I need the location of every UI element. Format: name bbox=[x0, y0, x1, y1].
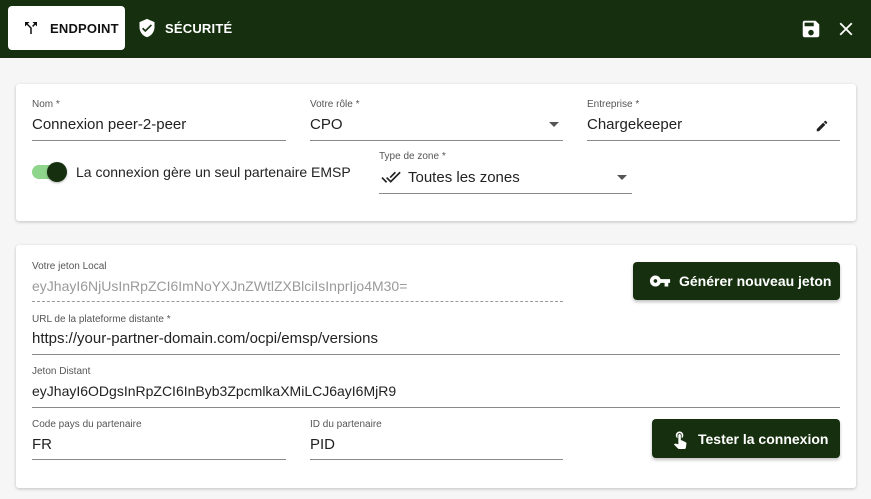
company-underline bbox=[587, 140, 840, 141]
tab-endpoint[interactable]: ENDPOINT bbox=[8, 6, 125, 50]
local-token-label: Votre jeton Local bbox=[32, 261, 107, 272]
company-value: Chargekeeper bbox=[587, 116, 683, 133]
partner-country-input[interactable]: FR bbox=[32, 436, 52, 453]
role-underline bbox=[310, 140, 563, 141]
partner-id-field[interactable]: ID du partenaire PID bbox=[310, 419, 563, 460]
key-icon bbox=[649, 270, 671, 292]
close-icon bbox=[835, 18, 857, 40]
shield-check-icon bbox=[137, 17, 157, 39]
single-partner-label: La connexion gère un seul partenaire EMS… bbox=[76, 164, 351, 180]
company-field: Entreprise * Chargekeeper bbox=[587, 99, 840, 141]
touch-hand-icon bbox=[670, 428, 690, 450]
tab-endpoint-label: ENDPOINT bbox=[50, 20, 119, 36]
remote-token-field[interactable]: Jeton Distant eyJhayI6ODgsInRpZCI6InByb3… bbox=[32, 366, 840, 408]
partner-id-underline bbox=[310, 459, 563, 460]
connection-card: Votre jeton Local eyJhayI6NjUsInRpZCI6Im… bbox=[16, 245, 856, 488]
local-token-underline bbox=[32, 301, 563, 302]
zone-type-value[interactable]: Toutes les zones bbox=[408, 169, 520, 186]
zone-type-underline bbox=[379, 193, 632, 194]
partner-id-label: ID du partenaire bbox=[310, 419, 382, 430]
remote-token-input[interactable]: eyJhayI6ODgsInRpZCI6InByb3ZpcmlkaXMiLCJ6… bbox=[32, 383, 396, 399]
pencil-edit-icon[interactable] bbox=[815, 119, 829, 133]
partner-country-underline bbox=[32, 459, 286, 460]
chevron-down-icon bbox=[549, 122, 559, 127]
name-underline bbox=[32, 140, 286, 141]
remote-url-input[interactable]: https://your-partner-domain.com/ocpi/ems… bbox=[32, 330, 378, 347]
name-input[interactable]: Connexion peer-2-peer bbox=[32, 116, 186, 133]
zone-type-label: Type de zone * bbox=[379, 151, 446, 162]
save-button[interactable] bbox=[799, 17, 823, 41]
chevron-down-icon bbox=[617, 175, 627, 180]
floppy-disk-icon bbox=[800, 18, 822, 40]
test-connection-button[interactable]: Tester la connexion bbox=[652, 419, 840, 458]
zone-type-select[interactable]: Type de zone * Toutes les zones bbox=[379, 151, 632, 194]
partner-country-label: Code pays du partenaire bbox=[32, 419, 142, 430]
tab-security[interactable]: SÉCURITÉ bbox=[137, 6, 232, 50]
generate-token-label: Générer nouveau jeton bbox=[679, 273, 832, 289]
name-label: Nom * bbox=[32, 99, 60, 110]
remote-url-field[interactable]: URL de la plateforme distante * https://… bbox=[32, 314, 840, 355]
tab-security-label: SÉCURITÉ bbox=[165, 20, 233, 36]
remote-url-label: URL de la plateforme distante * bbox=[32, 314, 171, 325]
general-card: Nom * Connexion peer-2-peer Votre rôle *… bbox=[16, 84, 856, 221]
remote-token-underline bbox=[32, 407, 840, 408]
fork-arrows-icon bbox=[22, 19, 40, 37]
toggle-thumb bbox=[47, 162, 67, 182]
remote-url-underline bbox=[32, 354, 840, 355]
local-token-value: eyJhayI6NjUsInRpZCI6ImNoYXJnZWtlZXBlciIs… bbox=[32, 278, 408, 294]
close-button[interactable] bbox=[834, 17, 858, 41]
double-check-icon bbox=[379, 167, 403, 187]
partner-country-field[interactable]: Code pays du partenaire FR bbox=[32, 419, 286, 460]
single-partner-toggle[interactable] bbox=[32, 162, 68, 182]
role-label: Votre rôle * bbox=[310, 99, 360, 110]
company-label: Entreprise * bbox=[587, 99, 640, 110]
role-select[interactable]: Votre rôle * CPO bbox=[310, 99, 563, 141]
role-value[interactable]: CPO bbox=[310, 116, 343, 133]
partner-id-input[interactable]: PID bbox=[310, 436, 335, 453]
test-connection-label: Tester la connexion bbox=[698, 430, 829, 447]
generate-token-button[interactable]: Générer nouveau jeton bbox=[633, 262, 840, 300]
local-token-field: Votre jeton Local eyJhayI6NjUsInRpZCI6Im… bbox=[32, 261, 563, 303]
top-bar: ENDPOINT SÉCURITÉ bbox=[0, 0, 871, 58]
remote-token-label: Jeton Distant bbox=[32, 366, 91, 377]
name-field[interactable]: Nom * Connexion peer-2-peer bbox=[32, 99, 286, 141]
